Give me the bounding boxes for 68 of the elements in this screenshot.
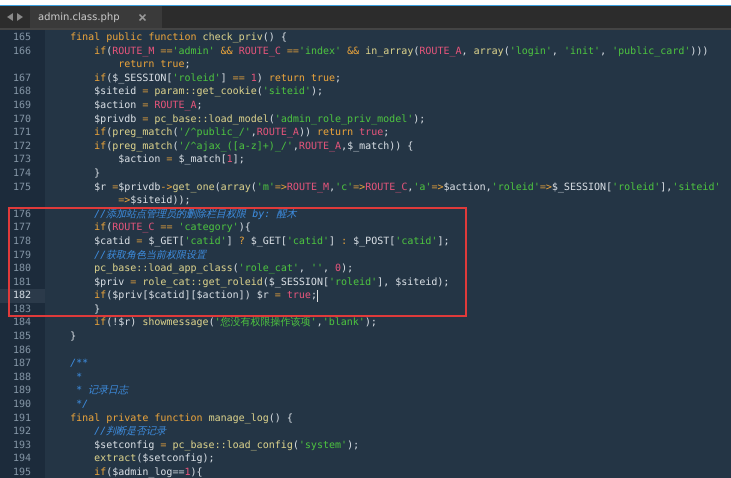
line-number: 181 <box>12 276 32 290</box>
line-number: 191 <box>12 412 32 426</box>
line-number: 187 <box>12 357 32 371</box>
code-line: } <box>93 166 100 181</box>
line-number: 172 <box>12 140 32 154</box>
line-number: 174 <box>12 166 32 181</box>
line-number: 186 <box>12 344 32 358</box>
line-number: 167 <box>12 72 32 86</box>
code-line: if(preg_match('/^ajax_([a-z]+)_/',ROUTE_A,$_match)) { <box>93 140 414 154</box>
text-cursor <box>316 290 318 302</box>
code-line: $r =$privdb->get_one(array('m'=>ROUTE_M,'c'=>ROUTE_C,'a'=>$action,'roleid'=>$_SESSION['roleid'],'siteid' <box>93 180 720 194</box>
code-line: * <box>75 370 82 384</box>
line-number: 171 <box>12 126 32 140</box>
code-line: //获取角色当前权限设置 <box>93 248 206 262</box>
line-number: 182 <box>0 289 45 303</box>
code-line: final private function manage_log() { <box>69 412 293 426</box>
code-line: $action = ROUTE_A; <box>93 98 203 113</box>
code-line: $priv = role_cat::get_roleid($_SESSION['roleid'], $siteid); <box>93 276 450 290</box>
code-line: extract($setconfig); <box>93 452 215 466</box>
line-number: 176 <box>12 208 32 222</box>
left-arrow-icon[interactable] <box>7 13 13 21</box>
line-number: 170 <box>12 112 32 126</box>
line-number: 189 <box>12 384 32 398</box>
code-line: if($priv[$catid][$action]) $r = true; <box>93 289 317 303</box>
code-line: $siteid = param::get_cookie('siteid'); <box>93 85 323 99</box>
line-number: 195 <box>12 466 32 478</box>
right-arrow-icon[interactable] <box>17 13 23 21</box>
line-number: 180 <box>12 262 32 276</box>
line-number: 169 <box>12 98 32 113</box>
line-number: 165 <box>12 31 32 45</box>
close-icon[interactable] <box>139 14 146 20</box>
code-line: if($_SESSION['roleid'] == 1) return true; <box>93 72 342 86</box>
code-line: //添加站点管理员的删除栏目权限 by: 醒木 <box>93 208 296 222</box>
code-line: =>$siteid)); <box>117 194 191 208</box>
line-number: 173 <box>12 153 32 167</box>
line-number: 166 <box>12 44 32 58</box>
line-number: 192 <box>12 425 32 439</box>
line-number: 194 <box>12 452 32 466</box>
code-line: */ <box>75 398 88 412</box>
line-number: 175 <box>12 180 32 194</box>
line-number: 184 <box>12 316 32 330</box>
code-line: * 记录日志 <box>75 384 128 398</box>
code-line: if($admin_log==1){ <box>93 466 203 478</box>
code-line: //判断是否记录 <box>93 425 166 439</box>
code-line: pc_base::load_app_class('role_cat', '', 0); <box>93 262 354 276</box>
code-line: } <box>93 302 100 316</box>
code-line: $privdb = pc_base::load_model('admin_role_priv_model'); <box>93 112 426 126</box>
code-line: final public function check_priv() { <box>69 31 287 45</box>
file-tab[interactable]: admin.class.php <box>30 6 162 28</box>
code-line: $catid = $_GET['catid'] ? $_GET['catid'] : $_POST['catid']; <box>93 234 450 248</box>
code-line: /** <box>69 357 88 371</box>
line-number: 183 <box>12 302 32 316</box>
line-number: 190 <box>12 398 32 412</box>
code-line: if(ROUTE_C == 'category'){ <box>93 221 251 235</box>
line-number: 193 <box>12 438 32 452</box>
code-line: $setconfig = pc_base::load_config('system'); <box>93 438 360 452</box>
code-line: if(!$r) showmessage('您没有权限操作该项','blank'); <box>93 316 377 330</box>
code-line: } <box>69 330 76 344</box>
code-line: $action = $_match[1]; <box>117 153 245 167</box>
code-line: if(ROUTE_M =='admin' && ROUTE_C =='index' && in_array(ROUTE_A, array('login', 'init', 'public_card'))) <box>93 44 708 58</box>
line-number: 188 <box>12 370 32 384</box>
code-line: if(preg_match('/^public_/',ROUTE_A)) return true; <box>93 126 390 140</box>
line-number: 168 <box>12 85 32 99</box>
code-line: return true; <box>117 58 191 72</box>
line-number: 178 <box>12 234 32 248</box>
line-number: 179 <box>12 248 32 262</box>
line-number: 185 <box>12 330 32 344</box>
line-number: 177 <box>12 221 32 235</box>
